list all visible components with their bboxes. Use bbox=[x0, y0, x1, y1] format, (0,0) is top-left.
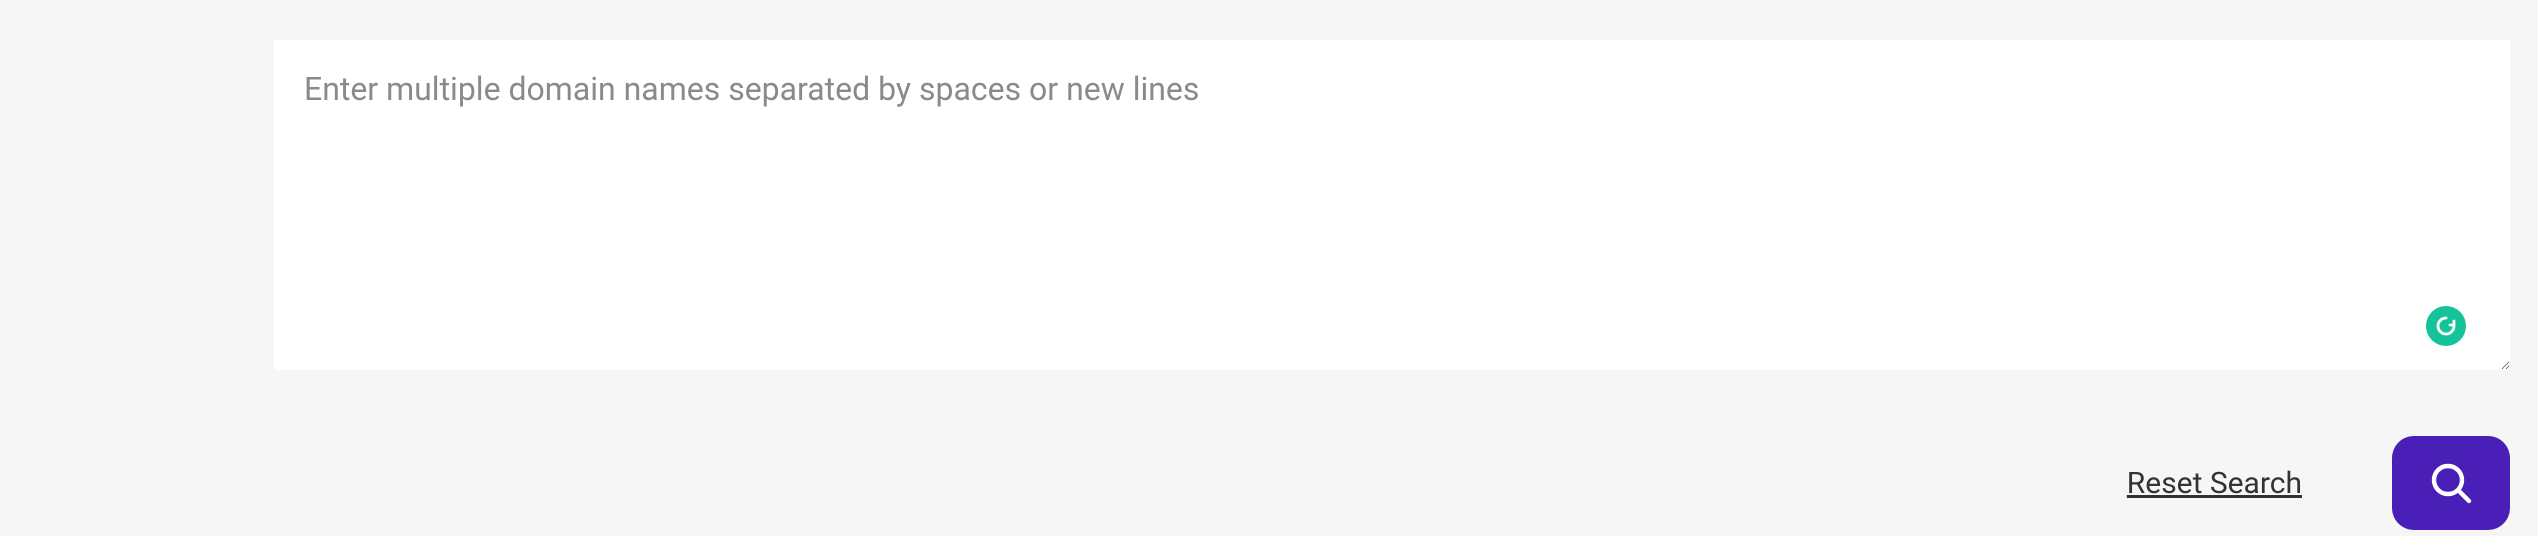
domain-search-form: Reset Search bbox=[274, 40, 2536, 530]
search-button[interactable] bbox=[2392, 436, 2510, 530]
textarea-wrapper bbox=[274, 40, 2510, 374]
reset-search-link[interactable]: Reset Search bbox=[2127, 466, 2302, 501]
domain-names-input[interactable] bbox=[274, 40, 2510, 370]
form-actions: Reset Search bbox=[274, 436, 2510, 530]
search-icon bbox=[2427, 459, 2475, 507]
